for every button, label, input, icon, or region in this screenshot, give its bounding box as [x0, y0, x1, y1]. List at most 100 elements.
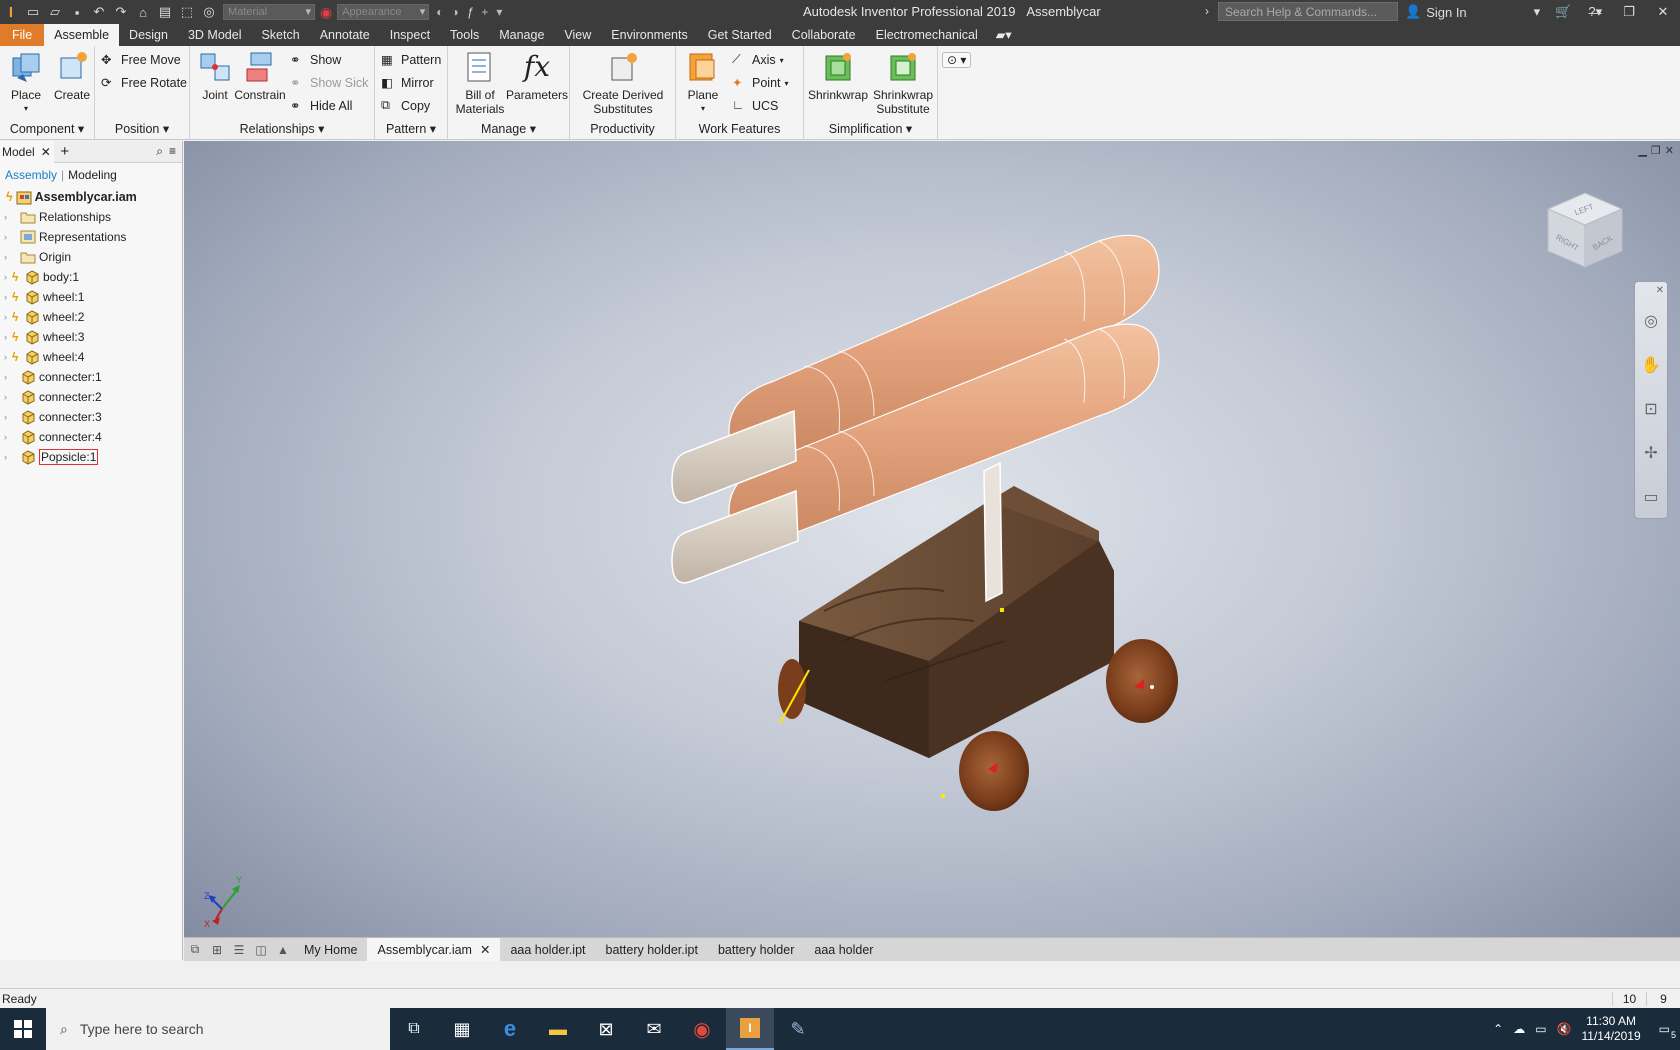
orbit-icon[interactable]: ✢ [1635, 432, 1667, 476]
color-icon[interactable]: ◎ [198, 2, 220, 22]
tree-item[interactable]: › ϟ wheel:2 [0, 307, 182, 327]
tab-sketch[interactable]: Sketch [251, 24, 309, 46]
sign-in-button[interactable]: 👤 Sign In ▾ 🛒 ?▾ [1405, 4, 1602, 20]
tree-item[interactable]: › ϟ wheel:4 [0, 347, 182, 367]
material-dropdown[interactable]: Material [223, 4, 315, 20]
volume-muted-icon[interactable]: 🔇 [1557, 1022, 1572, 1036]
tab-manage[interactable]: Manage [489, 24, 554, 46]
mail-app[interactable]: ✉ [630, 1008, 678, 1050]
close-browser-icon[interactable]: ✕ [41, 141, 51, 163]
redo-icon[interactable]: ↷ [110, 2, 132, 22]
edge-app[interactable]: e [486, 1008, 534, 1050]
doc-tab-aaa-holder[interactable]: aaa holder [804, 938, 883, 962]
customize-qa-icon[interactable]: ▾ [496, 5, 502, 19]
arrange-horizontal-icon[interactable]: ☰ [228, 939, 250, 961]
expand-icon[interactable]: › [4, 372, 12, 382]
adjust-icon[interactable]: ◐ [436, 5, 443, 19]
undo-icon[interactable]: ↶ [88, 2, 110, 22]
add-browser-icon[interactable]: + [54, 143, 76, 160]
tab-collaborate[interactable]: Collaborate [782, 24, 866, 46]
show-hidden-icons-icon[interactable]: ⌃ [1493, 1022, 1503, 1036]
close-icon[interactable]: ✕ [1646, 0, 1680, 24]
paint-app[interactable]: ✎ [774, 1008, 822, 1050]
tab-design[interactable]: Design [119, 24, 178, 46]
select-icon[interactable]: ⬚ [176, 2, 198, 22]
tab-tools[interactable]: Tools [440, 24, 489, 46]
expand-icon[interactable]: › [4, 312, 12, 322]
tree-item[interactable]: › connecter:1 [0, 367, 182, 387]
search-expand-icon[interactable]: › [1205, 4, 1209, 18]
tab-inspect[interactable]: Inspect [380, 24, 440, 46]
car-model-scene[interactable] [184, 141, 1680, 937]
parameters-button[interactable]: fx Parameters [506, 50, 568, 102]
search-icon[interactable]: ⌕ [156, 144, 163, 159]
onedrive-icon[interactable]: ☁ [1513, 1022, 1525, 1036]
panel-title-pattern[interactable]: Pattern ▾ [375, 120, 447, 140]
appearance-dropdown[interactable]: Appearance [337, 4, 430, 20]
home-icon[interactable]: ⌂ [132, 2, 154, 22]
free-move-button[interactable]: ✥ Free Move [101, 50, 181, 70]
open-drawing-icon[interactable]: ▤ [154, 2, 176, 22]
plus-icon[interactable]: + [481, 5, 488, 19]
axis-button[interactable]: ⟋ Axis ▾ [732, 50, 784, 70]
tree-item[interactable]: › Popsicle:1 [0, 447, 182, 467]
open-icon[interactable]: ▱ [44, 2, 66, 22]
view-cube[interactable]: LEFT RIGHT BACK [1540, 185, 1630, 275]
tree-item[interactable]: › connecter:4 [0, 427, 182, 447]
plane-button[interactable]: Plane ▾ [680, 50, 726, 116]
ucs-button[interactable]: ∟ UCS [732, 96, 778, 116]
subtab-modeling[interactable]: Modeling [68, 168, 117, 182]
expand-icon[interactable]: › [4, 212, 12, 222]
inventor-app[interactable]: I [726, 1008, 774, 1050]
create-button[interactable]: Create [52, 50, 92, 102]
sign-in-dropdown-icon[interactable]: ▾ [1534, 4, 1541, 20]
panel-title-simplification[interactable]: Simplification ▾ [804, 120, 937, 140]
popsicle-post[interactable] [983, 461, 1003, 603]
doc-tab-battery-holder-ipt[interactable]: battery holder.ipt [596, 938, 708, 962]
navbar-close-icon[interactable]: ✕ [1635, 282, 1667, 300]
fx-icon[interactable]: ƒ [467, 5, 474, 19]
notifications-icon[interactable]: ▭ 5 [1659, 1022, 1676, 1040]
tree-item[interactable]: › connecter:3 [0, 407, 182, 427]
constrain-button[interactable]: Constrain [232, 50, 288, 102]
panel-title-component[interactable]: Component ▾ [0, 120, 94, 140]
tree-item[interactable]: › Relationships [0, 207, 182, 227]
tile-icon[interactable]: ⊞ [206, 939, 228, 961]
joint-button[interactable]: Joint [194, 50, 236, 102]
pan-icon[interactable]: ✋ [1635, 344, 1667, 388]
tab-view[interactable]: View [554, 24, 601, 46]
panel-title-position[interactable]: Position ▾ [95, 120, 189, 140]
tree-item[interactable]: › ϟ wheel:1 [0, 287, 182, 307]
car-body[interactable] [799, 486, 1114, 758]
free-rotate-button[interactable]: ⟳ Free Rotate [101, 73, 187, 93]
clock[interactable]: 11:30 AM 11/14/2019 [1581, 1014, 1640, 1044]
create-derived-substitutes-button[interactable]: Create Derived Substitutes [574, 50, 672, 116]
tree-item[interactable]: › connecter:2 [0, 387, 182, 407]
copy-button[interactable]: ⧉ Copy [381, 96, 430, 116]
wheel-rear-right[interactable] [1106, 639, 1178, 723]
subtab-assembly[interactable]: Assembly [5, 168, 57, 182]
hide-all-button[interactable]: ⚭ Hide All [290, 96, 352, 116]
inventor-logo-icon[interactable]: I [0, 0, 22, 24]
tab-get-started[interactable]: Get Started [698, 24, 782, 46]
shrinkwrap-substitute-button[interactable]: Shrinkwrap Substitute [870, 50, 936, 116]
arrange-vertical-icon[interactable]: ◫ [250, 939, 272, 961]
pattern-button[interactable]: ▦ Pattern [381, 50, 441, 70]
tree-item[interactable]: › ϟ body:1 [0, 267, 182, 287]
cascade-icon[interactable]: ⧉ [184, 939, 206, 961]
zoom-icon[interactable]: ⊡ [1635, 388, 1667, 432]
clear-icon[interactable]: ◑ [451, 5, 458, 19]
tree-item[interactable]: › Representations [0, 227, 182, 247]
expand-icon[interactable]: › [4, 392, 12, 402]
mirror-button[interactable]: ◧ Mirror [381, 73, 434, 93]
graphics-viewport[interactable]: ▁ ❐ ✕ LEFT RIGHT BACK ✕ ◎ ✋ ⊡ ✢ ▭ Y Z X … [184, 141, 1680, 961]
model-tab[interactable]: Model ✕ [0, 140, 54, 163]
help-search-input[interactable]: Search Help & Commands... [1218, 2, 1398, 21]
expand-icon[interactable]: › [4, 292, 12, 302]
restore-icon[interactable]: ❐ [1612, 0, 1646, 24]
place-button[interactable]: Place ▾ [6, 50, 46, 116]
tree-root[interactable]: ϟ Assemblycar.iam [0, 187, 182, 207]
new-icon[interactable]: ▭ [22, 2, 44, 22]
tab-annotate[interactable]: Annotate [310, 24, 380, 46]
show-sick-button[interactable]: ⚭ Show Sick [290, 73, 368, 93]
